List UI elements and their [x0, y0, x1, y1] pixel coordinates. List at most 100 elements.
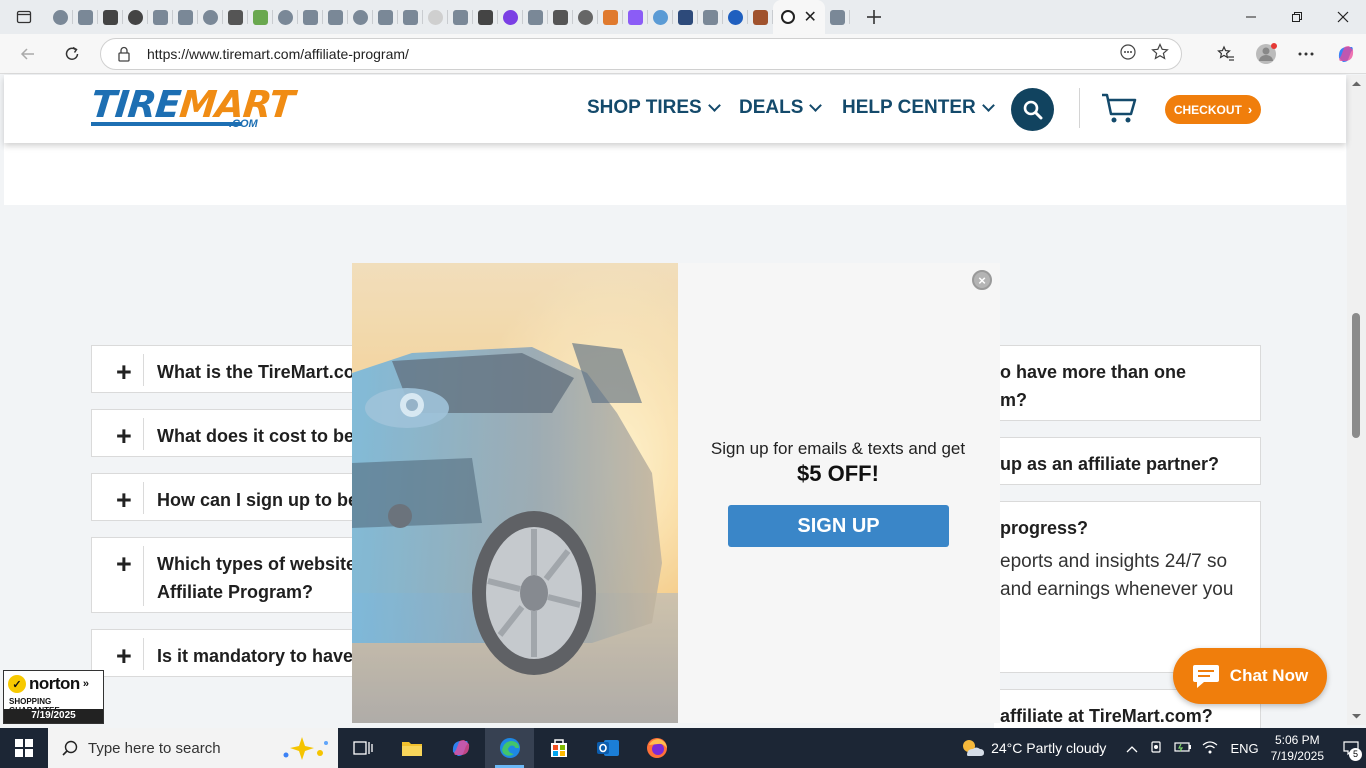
browser-tab[interactable]	[198, 0, 223, 34]
url-text[interactable]: https://www.tiremart.com/affiliate-progr…	[147, 46, 1119, 62]
plus-icon[interactable]: +	[92, 410, 144, 456]
address-bar[interactable]: https://www.tiremart.com/affiliate-progr…	[100, 38, 1182, 70]
chat-now-button[interactable]: Chat Now	[1173, 648, 1327, 704]
tiremart-logo[interactable]: TIREMART .COM	[89, 83, 296, 131]
norton-shopping-guarantee-badge[interactable]: ✓ norton » SHOPPING GUARANTEE 7/19/2025	[3, 670, 104, 724]
scroll-down-icon[interactable]	[1347, 711, 1366, 721]
browser-tab[interactable]	[723, 0, 748, 34]
site-search-button[interactable]	[1011, 88, 1054, 131]
browser-tab[interactable]	[673, 0, 698, 34]
tab-favicon-icon	[578, 9, 593, 25]
browser-tab[interactable]	[48, 0, 73, 34]
checkout-button[interactable]: CHECKOUT ›	[1165, 95, 1261, 124]
browser-tab[interactable]	[323, 0, 348, 34]
taskbar-search-box[interactable]: Type here to search	[48, 728, 338, 768]
meet-now-icon[interactable]	[1150, 740, 1164, 757]
copilot-taskbar-icon[interactable]	[436, 728, 485, 768]
browser-tab[interactable]	[648, 0, 673, 34]
faq-item[interactable]: + Which types of website Affiliate Progr…	[91, 537, 357, 613]
language-indicator[interactable]: ENG	[1230, 741, 1258, 756]
browser-tab[interactable]	[173, 0, 198, 34]
browser-tab[interactable]	[298, 0, 323, 34]
read-aloud-icon[interactable]	[1119, 43, 1137, 66]
close-modal-button[interactable]: ×	[972, 270, 992, 290]
browser-tab[interactable]	[148, 0, 173, 34]
browser-tab[interactable]	[548, 0, 573, 34]
taskbar-clock[interactable]: 5:06 PM 7/19/2025	[1271, 732, 1324, 764]
tab-favicon-icon	[128, 9, 143, 25]
nav-help-center[interactable]: HELP CENTER	[842, 97, 995, 119]
faq-item[interactable]: + What does it cost to be	[91, 409, 354, 457]
file-explorer-icon[interactable]	[387, 728, 436, 768]
task-view-icon[interactable]	[338, 728, 387, 768]
browser-tab[interactable]	[825, 0, 850, 34]
new-tab-button[interactable]	[856, 0, 892, 34]
browser-tab[interactable]	[373, 0, 398, 34]
favorite-star-icon[interactable]	[1151, 42, 1169, 66]
browser-tab[interactable]	[248, 0, 273, 34]
browser-tab[interactable]	[698, 0, 723, 34]
browser-tab[interactable]	[598, 0, 623, 34]
tab-favicon-icon	[428, 9, 443, 25]
nav-label: DEALS	[739, 97, 804, 118]
sign-up-label: SIGN UP	[797, 514, 880, 537]
tab-favicon-icon	[678, 9, 693, 25]
plus-icon[interactable]: +	[92, 474, 144, 520]
battery-icon[interactable]	[1174, 741, 1192, 756]
browser-tab[interactable]	[398, 0, 423, 34]
restore-button[interactable]	[1274, 0, 1320, 34]
browser-tab[interactable]	[73, 0, 98, 34]
browser-tab[interactable]	[423, 0, 448, 34]
browser-tab[interactable]	[448, 0, 473, 34]
plus-icon[interactable]: +	[92, 346, 144, 392]
active-tab[interactable]: ✕	[773, 0, 825, 34]
browser-tab[interactable]	[748, 0, 773, 34]
lock-icon[interactable]	[101, 46, 147, 62]
clock-time: 5:06 PM	[1274, 733, 1320, 747]
microsoft-store-icon[interactable]	[534, 728, 583, 768]
back-button[interactable]	[8, 36, 48, 72]
browser-tab[interactable]	[348, 0, 373, 34]
notification-center-button[interactable]: 5	[1336, 728, 1366, 768]
faq-question: Which types of website	[157, 554, 357, 574]
windows-start-button[interactable]	[0, 728, 48, 768]
favorites-icon[interactable]	[1206, 36, 1246, 72]
close-tab-icon[interactable]: ✕	[803, 7, 816, 27]
sign-up-button[interactable]: SIGN UP	[728, 505, 949, 547]
faq-item[interactable]: + What is the TireMart.co	[91, 345, 355, 393]
faq-item[interactable]: up as an affiliate partner?	[994, 437, 1261, 485]
browser-tab[interactable]	[98, 0, 123, 34]
browser-tab[interactable]	[123, 0, 148, 34]
browser-tab[interactable]	[523, 0, 548, 34]
browser-tab[interactable]	[498, 0, 523, 34]
page-scrollbar[interactable]	[1347, 75, 1366, 725]
wifi-icon[interactable]	[1202, 740, 1218, 757]
profile-avatar[interactable]	[1246, 36, 1286, 72]
browser-tab[interactable]	[223, 0, 248, 34]
browser-tab[interactable]	[273, 0, 298, 34]
browser-tab[interactable]	[623, 0, 648, 34]
chevron-up-icon[interactable]	[1126, 741, 1138, 756]
close-window-button[interactable]	[1320, 0, 1366, 34]
faq-item[interactable]: + How can I sign up to be	[91, 473, 358, 521]
faq-item[interactable]: + Is it mandatory to have	[91, 629, 353, 677]
browser-tab[interactable]	[573, 0, 598, 34]
outlook-icon[interactable]	[583, 728, 632, 768]
scroll-thumb[interactable]	[1352, 313, 1360, 438]
refresh-button[interactable]	[52, 36, 92, 72]
copilot-icon[interactable]	[1326, 36, 1366, 72]
cart-icon[interactable]	[1101, 92, 1137, 129]
settings-more-icon[interactable]	[1286, 36, 1326, 72]
tab-actions-menu-icon[interactable]	[0, 0, 48, 34]
firefox-icon[interactable]	[632, 728, 681, 768]
faq-item[interactable]: o have more than one m?	[994, 345, 1261, 421]
browser-tab[interactable]	[473, 0, 498, 34]
nav-shop-tires[interactable]: SHOP TIRES	[587, 97, 721, 119]
plus-icon[interactable]: +	[92, 538, 144, 612]
nav-deals[interactable]: DEALS	[739, 97, 823, 119]
edge-browser-icon[interactable]	[485, 728, 534, 768]
scroll-up-icon[interactable]	[1347, 79, 1366, 89]
minimize-button[interactable]	[1228, 0, 1274, 34]
weather-widget[interactable]: 24°C Partly cloudy	[959, 737, 1106, 759]
tab-favicon-icon	[53, 9, 68, 25]
